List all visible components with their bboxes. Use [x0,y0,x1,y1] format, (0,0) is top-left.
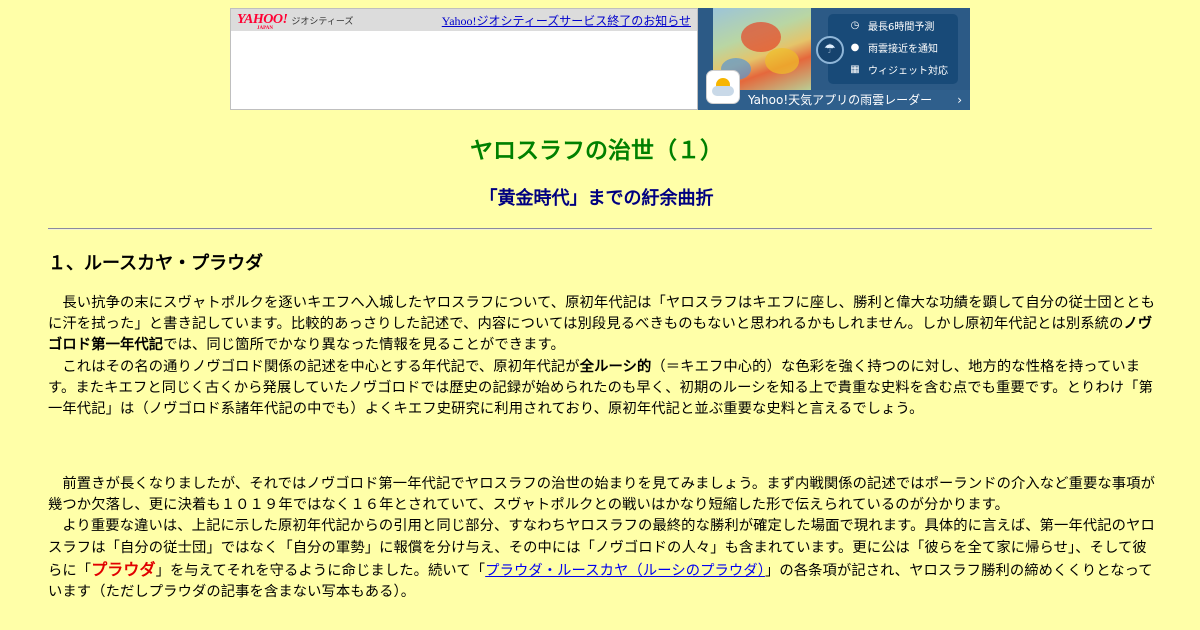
feature-list: ◷ 最長6時間予測 ● 雨雲接近を通知 ▦ ウィジェット対応 [828,14,958,84]
horizontal-divider [48,228,1152,230]
geocities-header-strip: YAHOO! JAPAN ジオシティーズ Yahoo!ジオシティーズサービス終了… [231,9,697,31]
feature-item: ◷ 最長6時間予測 [828,14,958,36]
widget-icon: ▦ [850,63,860,75]
yahoo-logo-sub: JAPAN [257,26,274,31]
feature-item: ● 雨雲接近を通知 [828,36,958,58]
geocities-notice-box: YAHOO! JAPAN ジオシティーズ Yahoo!ジオシティーズサービス終了… [230,8,698,110]
section-heading: １、ルースカヤ・プラウダ [48,253,264,274]
pravda-ruskaya-link[interactable]: プラウダ・ルースカヤ（ルーシのプラウダ） [485,563,765,579]
rain-cloud-icon: ☂ [816,36,844,64]
paragraph-1: 長い抗争の末にスヴャトポルクを逐いキエフへ入城したヤロスラフについて、原初年代記… [48,295,1155,418]
paragraph-2: 前置きが長くなりましたが、それではノヴゴロド第一年代記でヤロスラフの治世の始まり… [48,476,1155,601]
weather-app-ad[interactable]: ◷ 最長6時間予測 ● 雨雲接近を通知 ▦ ウィジェット対応 ☂ Yahoo!天… [698,8,970,110]
geocities-label: ジオシティーズ [291,16,354,27]
emphasis-all-rus: 全ルーシ的 [579,358,652,375]
chevron-right-icon: › [957,93,962,107]
service-end-notice-link[interactable]: Yahoo!ジオシティーズサービス終了のお知らせ [442,12,691,29]
clock-icon: ◷ [850,19,860,31]
feature-item: ▦ ウィジェット対応 [828,58,958,80]
pin-icon: ● [850,41,860,53]
yahoo-logo: YAHOO! JAPAN [237,12,288,32]
ad-banner: YAHOO! JAPAN ジオシティーズ Yahoo!ジオシティーズサービス終了… [230,8,970,110]
page-subtitle: 「黄金時代」までの紆余曲折 [479,188,714,209]
weather-app-icon [706,70,740,104]
emphasis-pravda: プラウダ [91,559,156,579]
page-title: ヤロスラフの治世（１） [470,138,723,164]
